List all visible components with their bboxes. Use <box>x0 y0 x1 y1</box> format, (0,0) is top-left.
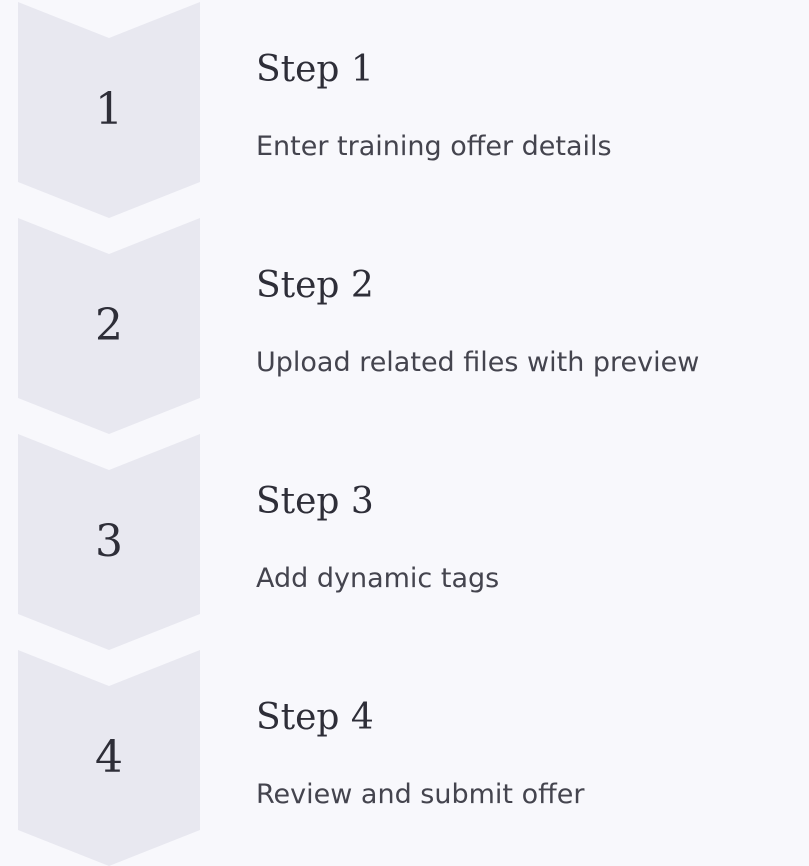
step-item-2: 2 Step 2 Upload related files with previ… <box>0 218 809 434</box>
process-stepper: 1 Step 1 Enter training offer details 2 … <box>0 0 809 866</box>
step-item-1: 1 Step 1 Enter training offer details <box>0 2 809 218</box>
step-title: Step 4 <box>256 697 374 738</box>
step-title: Step 2 <box>256 265 374 306</box>
step-description: Review and submit offer <box>256 779 585 810</box>
step-description: Upload related files with preview <box>256 347 700 378</box>
step-number: 1 <box>95 84 123 135</box>
step-description: Add dynamic tags <box>256 563 500 594</box>
step-number: 2 <box>95 300 123 351</box>
step-title: Step 3 <box>256 481 374 522</box>
step-item-3: 3 Step 3 Add dynamic tags <box>0 434 809 650</box>
step-title: Step 1 <box>256 49 374 90</box>
step-number: 3 <box>95 516 123 567</box>
step-description: Enter training offer details <box>256 131 612 162</box>
step-item-4: 4 Step 4 Review and submit offer <box>0 650 809 866</box>
step-number: 4 <box>95 732 123 783</box>
